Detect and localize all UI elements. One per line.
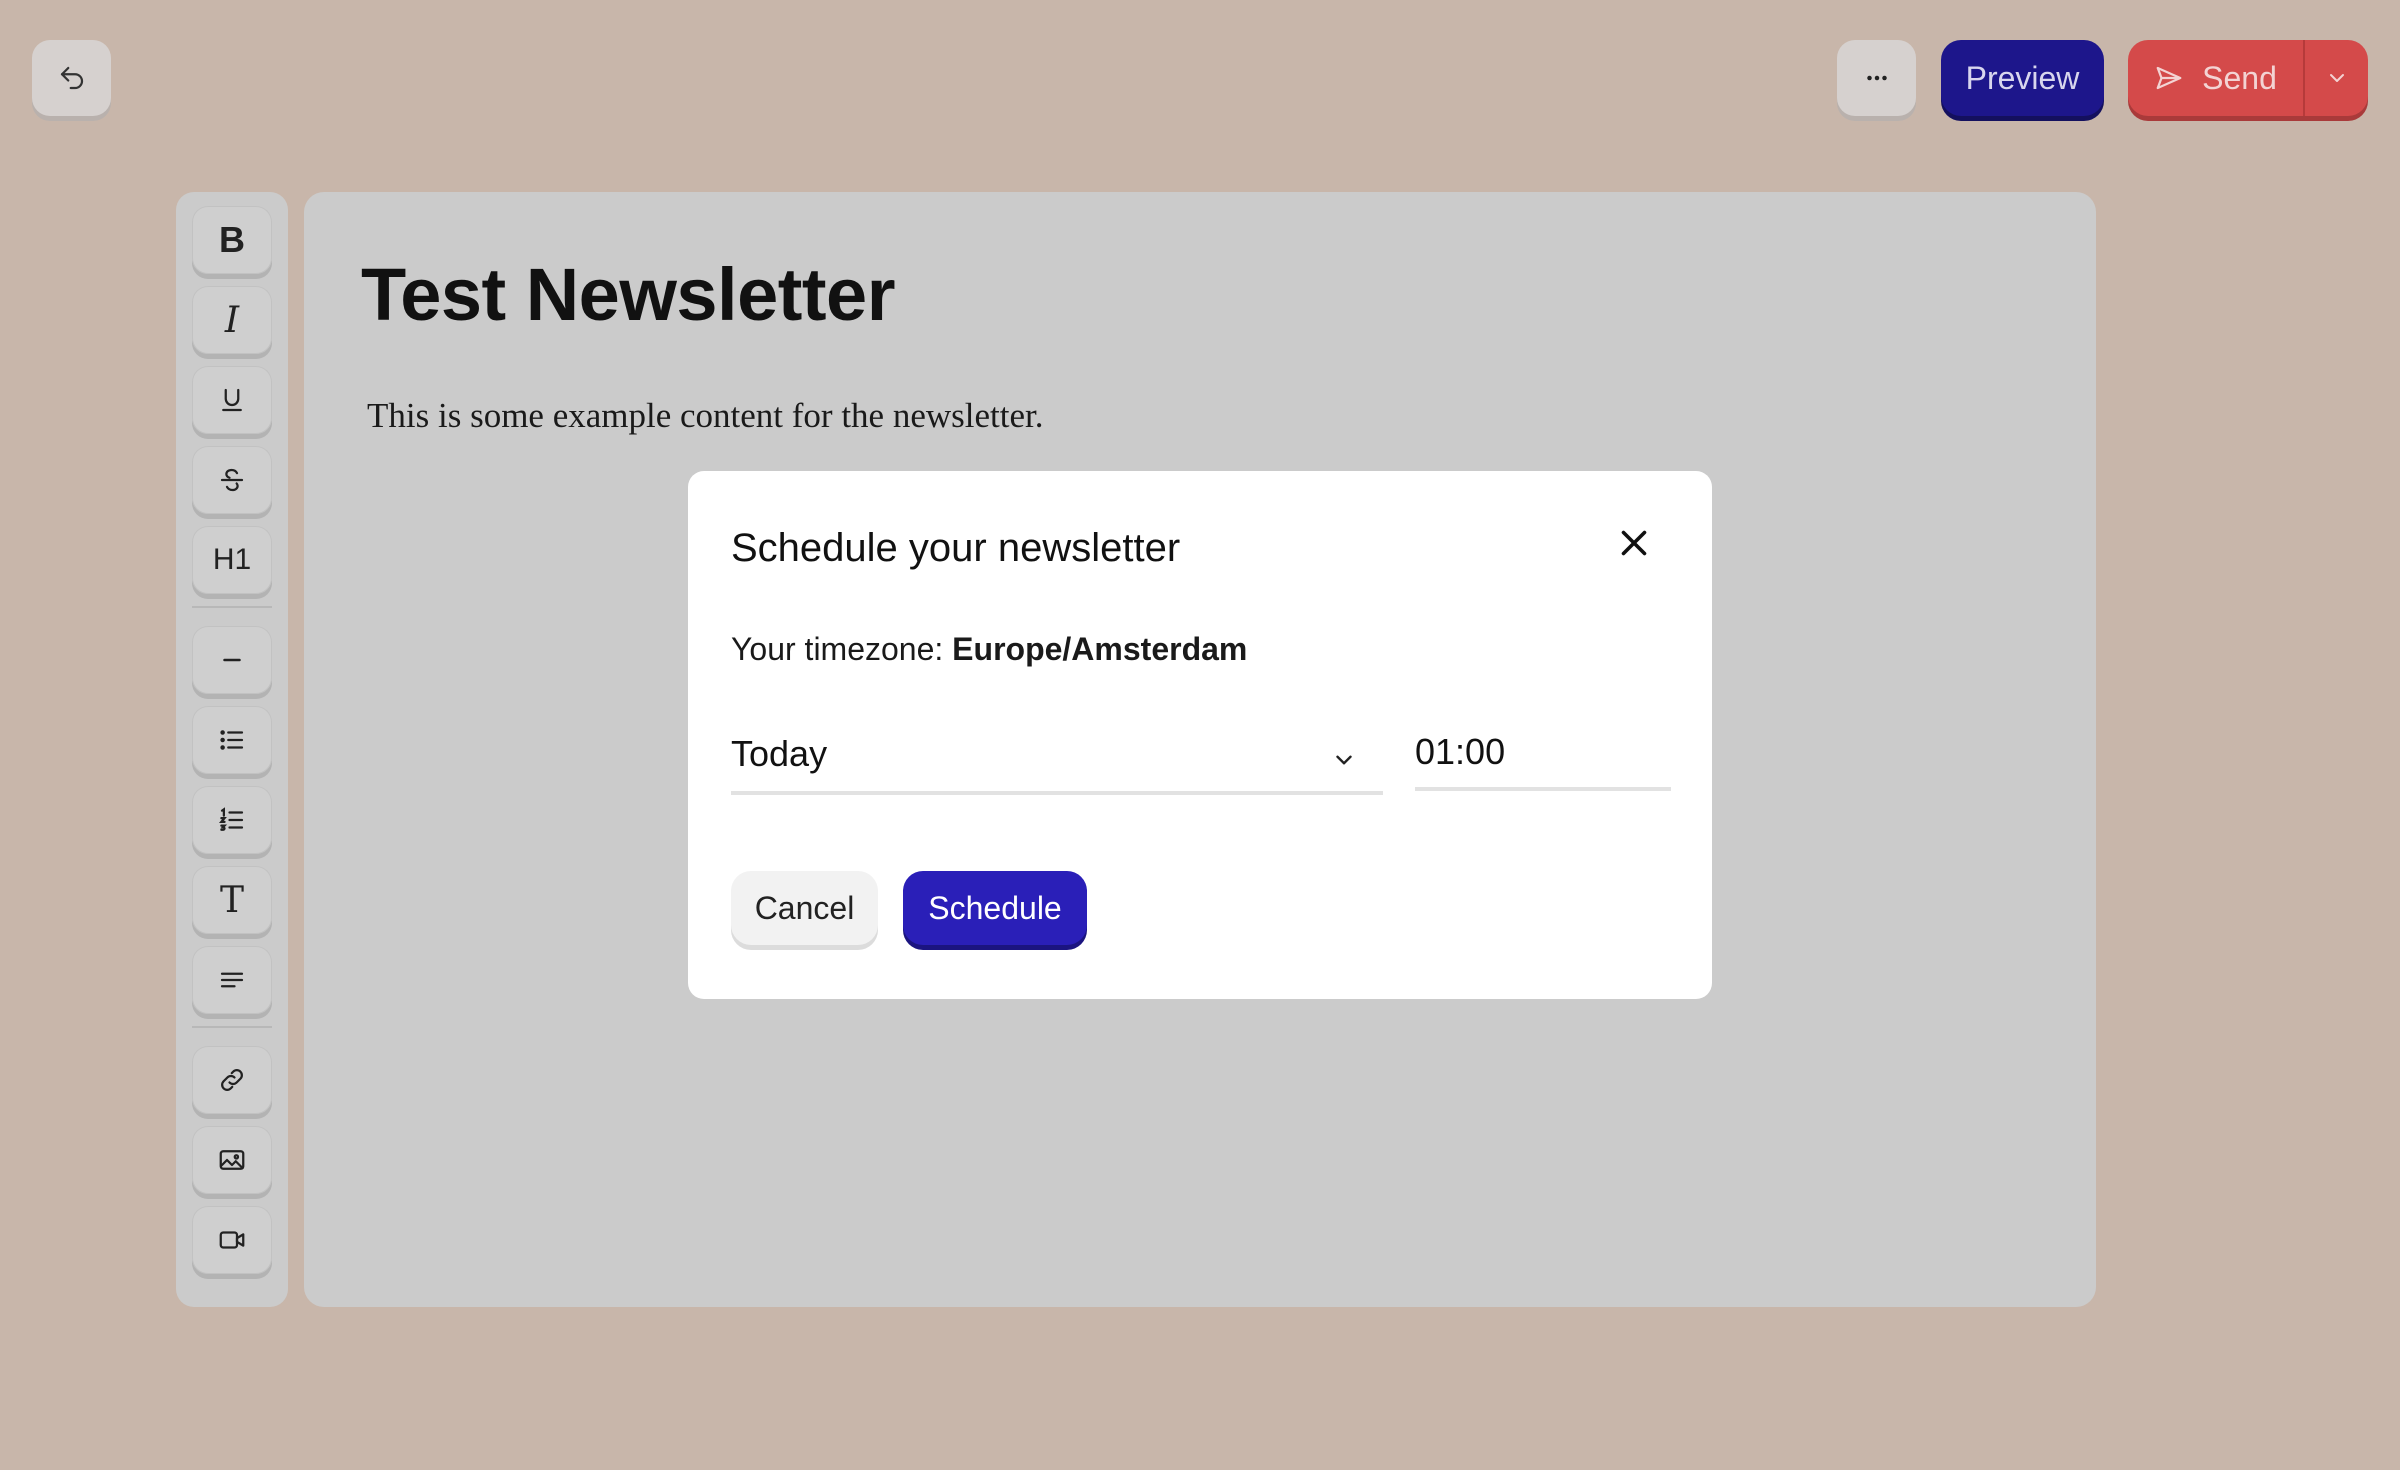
timezone-row: Your timezone: Europe/Amsterdam [731,631,1247,668]
underline-icon [217,385,247,415]
more-horizontal-icon [1862,63,1892,93]
newsletter-body[interactable]: This is some example content for the new… [367,396,1043,436]
schedule-button[interactable]: Schedule [903,871,1087,945]
close-button[interactable] [1612,521,1656,565]
undo-arrow-icon [57,63,87,93]
send-button[interactable]: Send [2128,40,2303,116]
horizontal-rule-button[interactable] [192,626,272,694]
formatting-toolbar: B I H1 T [176,192,288,1307]
close-icon [1616,525,1652,561]
link-icon [217,1065,247,1095]
numbered-list-button[interactable] [192,786,272,854]
video-button[interactable] [192,1206,272,1274]
time-input[interactable]: 01:00 [1415,731,1671,791]
chevron-down-icon [1331,747,1357,773]
date-select[interactable]: Today [731,733,1383,795]
send-options-button[interactable] [2305,40,2368,116]
toolbar-divider [192,1026,272,1028]
numbered-list-icon [217,805,247,835]
cancel-label: Cancel [754,889,855,926]
preview-label: Preview [1965,59,2080,96]
preview-button[interactable]: Preview [1941,40,2104,116]
italic-button[interactable]: I [192,286,272,354]
strikethrough-button[interactable] [192,446,272,514]
bold-button[interactable]: B [192,206,272,274]
more-options-button[interactable] [1837,40,1916,116]
paper-plane-icon [2154,63,2184,93]
cancel-button[interactable]: Cancel [731,871,878,945]
timezone-value: Europe/Amsterdam [952,631,1248,667]
link-button[interactable] [192,1046,272,1114]
paragraph-button[interactable] [192,946,272,1014]
image-button[interactable] [192,1126,272,1194]
schedule-dialog: Schedule your newsletter Your timezone: … [688,471,1712,999]
send-button-group: Send [2128,40,2368,116]
image-icon [217,1145,247,1175]
video-camera-icon [216,1225,248,1255]
newsletter-title[interactable]: Test Newsletter [361,252,896,337]
toolbar-divider [192,606,272,608]
bullet-list-button[interactable] [192,706,272,774]
timezone-label: Your timezone: [731,631,953,667]
chevron-down-icon [2325,66,2349,90]
bullet-list-icon [217,725,247,755]
heading-1-icon: H1 [212,543,252,576]
date-selected-value: Today [731,733,828,774]
paragraph-align-icon [217,965,247,995]
back-button[interactable] [32,40,111,116]
dialog-title: Schedule your newsletter [731,526,1181,570]
horizontal-rule-icon [217,645,247,675]
schedule-label: Schedule [928,889,1062,926]
italic-icon: I [224,299,240,341]
heading-1-button[interactable]: H1 [192,526,272,594]
text-button[interactable]: T [192,866,272,934]
underline-button[interactable] [192,366,272,434]
text-icon: T [219,879,244,921]
strikethrough-icon [217,465,247,495]
send-label: Send [2202,59,2277,96]
bold-icon: B [219,219,245,260]
